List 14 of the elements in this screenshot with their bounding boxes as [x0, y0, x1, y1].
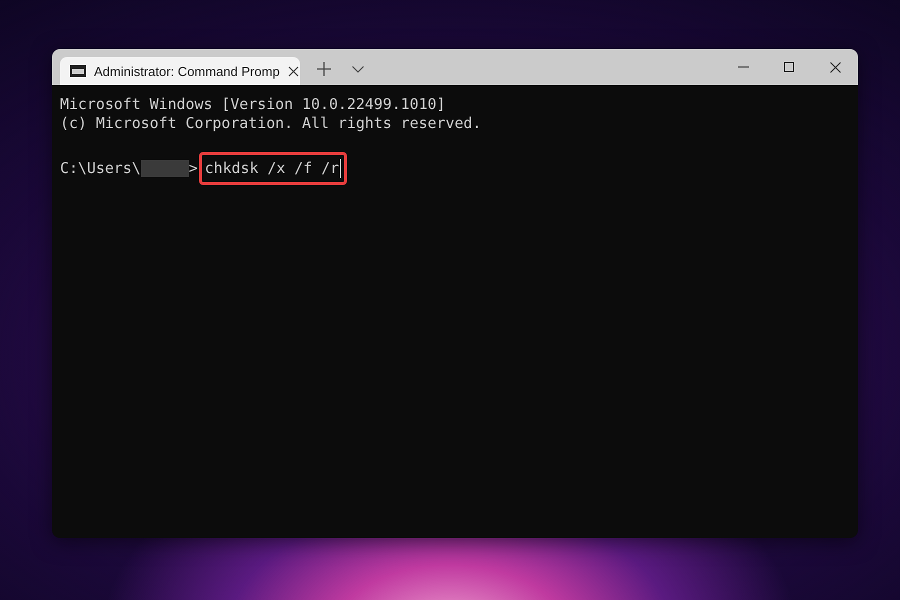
close-icon	[830, 62, 840, 72]
command-text: chkdsk /x /f /r	[204, 159, 340, 178]
minimize-icon	[738, 66, 748, 68]
text-cursor	[340, 159, 342, 178]
close-tab-icon[interactable]	[288, 65, 299, 77]
maximize-icon	[784, 62, 794, 72]
prompt-symbol: >	[188, 159, 198, 178]
prompt-path: C:\Users\	[60, 159, 141, 178]
plus-icon	[317, 62, 331, 76]
console-line: Microsoft Windows [Version 10.0.22499.1010]	[60, 95, 446, 114]
console-icon	[70, 65, 86, 77]
terminal-tab[interactable]: Administrator: Command Promp	[60, 57, 300, 85]
chevron-down-icon	[352, 66, 364, 72]
console-line: (c) Microsoft Corporation. All rights reserved.	[60, 114, 482, 133]
